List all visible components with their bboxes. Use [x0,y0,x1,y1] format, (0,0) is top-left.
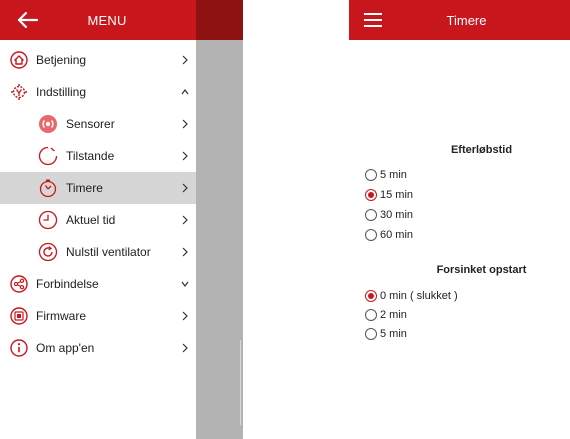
menu-item-label: Sensorer [66,117,115,131]
radio-label: 30 min [380,209,414,221]
section-title-efterlobstid: Efterløbstid [450,144,513,156]
drawer-title: MENU [87,13,127,28]
chevron-right-icon [182,151,188,161]
menu-item-tilstande[interactable]: Tilstande [0,140,196,172]
chevron-right-icon [182,55,188,65]
menu-item-aktuel-tid[interactable]: Aktuel tid [0,204,196,236]
menu-item-sensorer[interactable]: Sensorer [0,108,196,140]
drawer-scrim[interactable] [196,0,243,439]
radio-label: 5 min [380,169,407,181]
menu-item-label: Timere [66,181,103,195]
radio-label: 0 min ( slukket ) [380,290,458,302]
chip-icon [10,307,28,325]
radio-button[interactable] [365,229,377,241]
chevron-right-icon [182,343,188,353]
sensor-icon [39,115,57,133]
scrim-divider [240,340,241,425]
chevron-right-icon [182,247,188,257]
radio-label: 2 min [380,309,407,321]
menu-item-label: Betjening [36,53,87,67]
menu-item-timere[interactable]: Timere [0,172,196,204]
menu-item-betjening[interactable]: Betjening [0,44,196,76]
radio-button-checked[interactable] [365,189,377,201]
radio-option[interactable]: 60 min [365,227,413,243]
menu-item-forbindelse[interactable]: Forbindelse [0,268,196,300]
right-screen: Timere Efterløbstid 5 min 15 min 30 min … [349,0,570,439]
menu-item-label: Nulstil ventilator [66,245,151,259]
info-icon [10,339,28,357]
stopwatch-icon [39,179,57,198]
screenshot-root: MENU Betjening Indstilling Sensorer Tils… [0,0,570,439]
menu-item-label: Om app'en [36,341,95,355]
chevron-right-icon [182,311,188,321]
radio-button[interactable] [365,209,377,221]
app-bar: Timere [349,0,570,40]
menu-item-indstilling[interactable]: Indstilling [0,76,196,108]
radio-button[interactable] [365,328,377,340]
menu-item-nulstil-ventilator[interactable]: Nulstil ventilator [0,236,196,268]
drawer-scrim-appbar [196,0,243,40]
screen-title: Timere [446,13,487,28]
settings-icon [11,84,27,100]
mode-icon [38,146,58,166]
radio-label: 5 min [380,328,407,340]
menu-item-label: Forbindelse [36,277,99,291]
radio-option[interactable]: 30 min [365,207,413,223]
radio-button[interactable] [365,169,377,181]
menu-item-label: Firmware [36,309,86,323]
share-icon [10,275,28,293]
radio-button[interactable] [365,309,377,321]
radio-option[interactable]: 15 min [365,187,413,203]
radio-option[interactable]: 5 min [365,326,407,342]
section-title-forsinket-opstart: Forsinket opstart [436,264,527,276]
left-screen: MENU Betjening Indstilling Sensorer Tils… [0,0,243,439]
menu-item-om-appen[interactable]: Om app'en [0,332,196,364]
navigation-drawer: MENU Betjening Indstilling Sensorer Tils… [0,0,196,439]
home-icon [10,51,28,69]
menu-item-label: Indstilling [36,85,87,99]
chevron-right-icon [182,183,188,193]
chevron-up-icon [181,89,189,95]
radio-label: 60 min [380,229,414,241]
radio-option[interactable]: 5 min [365,167,407,183]
radio-button-checked[interactable] [365,290,377,302]
chevron-right-icon [182,215,188,225]
radio-option[interactable]: 0 min ( slukket ) [365,288,458,304]
radio-label: 15 min [380,189,414,201]
chevron-down-icon [181,281,189,287]
clock-icon [38,210,58,230]
menu-item-label: Tilstande [66,149,115,163]
radio-option[interactable]: 2 min [365,307,407,323]
drawer-header: MENU [0,0,196,40]
reset-icon [38,242,58,262]
chevron-right-icon [182,119,188,129]
menu-item-label: Aktuel tid [66,213,116,227]
menu-item-firmware[interactable]: Firmware [0,300,196,332]
